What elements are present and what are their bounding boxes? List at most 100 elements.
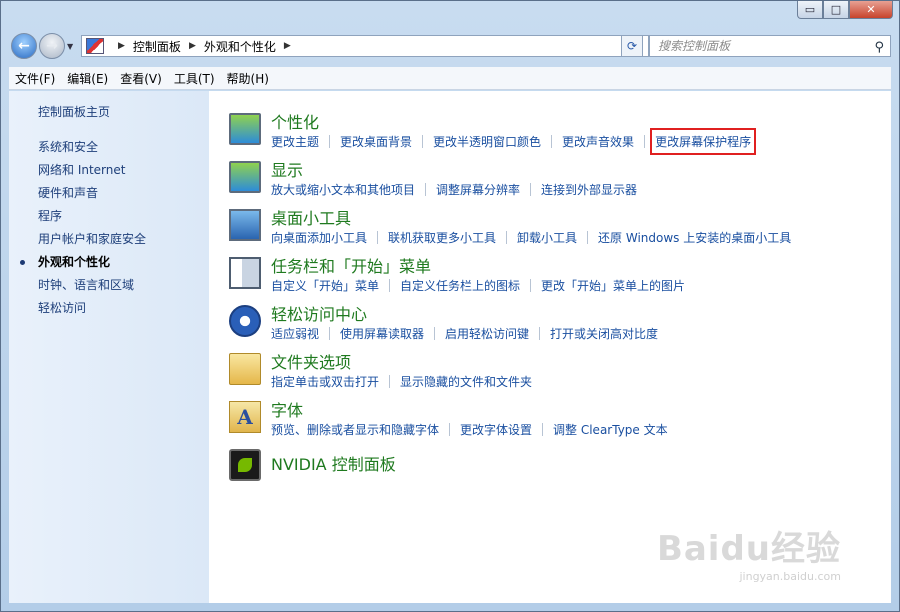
search-icon[interactable]: ⚲ <box>874 38 884 58</box>
maximize-button[interactable]: □ <box>823 1 849 19</box>
link-separator <box>434 327 436 340</box>
task-link[interactable]: 使用屏幕读取器 <box>340 325 424 342</box>
sidebar-nav: 系统和安全 网络和 Internet 硬件和声音 程序 用户帐户和家庭安全 外观和个性化时… <box>19 136 146 320</box>
task-link[interactable]: 指定单击或双击打开 <box>271 373 379 390</box>
sidebar-item[interactable]: 外观和个性化 <box>19 251 146 274</box>
link-separator <box>530 183 532 196</box>
link-separator <box>644 135 646 148</box>
search-input[interactable]: 搜索控制面板 ⚲ <box>649 35 891 57</box>
caption-buttons: ▭ □ ✕ <box>797 1 893 19</box>
task-link[interactable]: 适应弱视 <box>271 325 319 342</box>
category-links: 自定义「开始」菜单 自定义任务栏上的图标 更改「开始」菜单上的图片 <box>271 277 685 294</box>
category-links: 放大或缩小文本和其他项目 调整屏幕分辨率 连接到外部显示器 <box>271 181 637 198</box>
task-link[interactable]: 放大或缩小文本和其他项目 <box>271 181 415 198</box>
folder-options-icon[interactable] <box>229 353 261 385</box>
task-link[interactable]: 显示隐藏的文件和文件夹 <box>400 373 532 390</box>
link-separator <box>506 231 508 244</box>
address-bar[interactable]: ▶ 控制面板 ▶ 外观和个性化 ▶ ▼ <box>81 35 649 57</box>
task-link[interactable]: 调整屏幕分辨率 <box>436 181 520 198</box>
menu-tools[interactable]: 工具(T) <box>168 70 221 87</box>
forward-button[interactable]: → <box>39 33 65 59</box>
breadcrumb-arrow-icon[interactable]: ▶ <box>189 41 196 51</box>
taskbar-icon[interactable] <box>229 257 261 289</box>
task-link[interactable]: 更改「开始」菜单上的图片 <box>541 277 685 294</box>
category-title[interactable]: 桌面小工具 <box>271 205 351 229</box>
fonts-icon[interactable]: A <box>229 401 261 433</box>
sidebar-item[interactable]: 系统和安全 <box>38 136 146 159</box>
close-button[interactable]: ✕ <box>849 1 893 19</box>
task-link[interactable]: 卸载小工具 <box>517 229 577 246</box>
baidu-watermark: Baidu经验 jingyan.baidu.com <box>657 521 841 583</box>
task-link[interactable]: 更改声音效果 <box>562 133 634 150</box>
link-separator <box>377 231 379 244</box>
control-panel-window: ▭ □ ✕ ← → ▼ ▶ 控制面板 ▶ 外观和个性化 ▶ ▼ ⟳ 搜索控制面板… <box>0 0 900 612</box>
history-dropdown-icon[interactable]: ▼ <box>67 42 73 51</box>
task-link[interactable]: 启用轻松访问键 <box>445 325 529 342</box>
sidebar-item[interactable]: 轻松访问 <box>38 297 146 320</box>
task-link[interactable]: 预览、删除或者显示和隐藏字体 <box>271 421 439 438</box>
breadcrumb-arrow-icon[interactable]: ▶ <box>284 41 291 51</box>
breadcrumb-arrow-icon[interactable]: ▶ <box>118 41 125 51</box>
menu-file[interactable]: 文件(F) <box>9 70 61 87</box>
control-panel-icon <box>86 38 104 54</box>
category-title[interactable]: 任务栏和「开始」菜单 <box>271 253 431 277</box>
task-link[interactable]: 更改字体设置 <box>460 421 532 438</box>
category-title[interactable]: 个性化 <box>271 109 319 133</box>
category-links: 适应弱视 使用屏幕读取器 启用轻松访问键 打开或关闭高对比度 <box>271 325 658 342</box>
screen-saver-link[interactable]: 更改屏幕保护程序 <box>650 128 757 155</box>
category-title[interactable]: 显示 <box>271 157 303 181</box>
task-link[interactable]: 打开或关闭高对比度 <box>550 325 658 342</box>
watermark-url: jingyan.baidu.com <box>739 570 841 583</box>
sidebar-home-link[interactable]: 控制面板主页 <box>38 103 110 120</box>
link-separator <box>329 135 331 148</box>
link-separator <box>587 231 589 244</box>
category-title[interactable]: 文件夹选项 <box>271 349 351 373</box>
personalization-icon[interactable] <box>229 113 261 145</box>
link-separator <box>551 135 553 148</box>
task-link[interactable]: 自定义「开始」菜单 <box>271 277 379 294</box>
link-separator <box>425 183 427 196</box>
task-link[interactable]: 自定义任务栏上的图标 <box>400 277 520 294</box>
sidebar-item[interactable]: 时钟、语言和区域 <box>38 274 146 297</box>
menu-help[interactable]: 帮助(H) <box>221 70 275 87</box>
link-separator <box>530 279 532 292</box>
menu-view[interactable]: 查看(V) <box>114 70 168 87</box>
main-content: Baidu经验 jingyan.baidu.com 个性化 更改主题 更改桌面背景更… <box>209 91 891 603</box>
menu-edit[interactable]: 编辑(E) <box>61 70 114 87</box>
refresh-button[interactable]: ⟳ <box>621 35 643 57</box>
link-separator <box>329 327 331 340</box>
back-button[interactable]: ← <box>11 33 37 59</box>
sidebar-item[interactable]: 用户帐户和家庭安全 <box>38 228 146 251</box>
task-link[interactable]: 更改半透明窗口颜色 <box>433 133 541 150</box>
minimize-button[interactable]: ▭ <box>797 1 823 19</box>
search-placeholder: 搜索控制面板 <box>658 39 731 53</box>
task-link[interactable]: 连接到外部显示器 <box>541 181 637 198</box>
category-title[interactable]: 轻松访问中心 <box>271 301 367 325</box>
link-separator <box>389 375 391 388</box>
category-links: 向桌面添加小工具 联机获取更多小工具 卸载小工具 还原 Windows 上安装的桌面小… <box>271 229 791 246</box>
sidebar-item[interactable]: 网络和 Internet <box>38 159 146 182</box>
task-link[interactable]: 向桌面添加小工具 <box>271 229 367 246</box>
link-separator <box>449 423 451 436</box>
task-link[interactable]: 更改主题 <box>271 133 319 150</box>
category-links: 更改主题 更改桌面背景 更改半透明窗口颜色 更改声音效果 更改屏幕保护程序 <box>271 128 757 155</box>
navigation-bar: ← → ▼ ▶ 控制面板 ▶ 外观和个性化 ▶ ▼ ⟳ 搜索控制面板 ⚲ <box>9 33 891 61</box>
nvidia-icon[interactable] <box>229 449 261 481</box>
watermark-brand: Baidu经验 <box>656 529 841 569</box>
menu-bar: 文件(F) 编辑(E) 查看(V) 工具(T) 帮助(H) <box>9 67 891 90</box>
category-links: 指定单击或双击打开 显示隐藏的文件和文件夹 <box>271 373 532 390</box>
category-title[interactable]: NVIDIA 控制面板 <box>271 451 396 475</box>
gadgets-icon[interactable] <box>229 209 261 241</box>
task-link[interactable]: 更改桌面背景 <box>340 133 412 150</box>
breadcrumb-appearance[interactable]: 外观和个性化 <box>204 38 276 55</box>
category-title[interactable]: 字体 <box>271 397 303 421</box>
sidebar-item[interactable]: 硬件和声音 <box>38 182 146 205</box>
task-link[interactable]: 联机获取更多小工具 <box>388 229 496 246</box>
sidebar-item[interactable]: 程序 <box>38 205 146 228</box>
ease-of-access-icon[interactable] <box>229 305 261 337</box>
display-icon[interactable] <box>229 161 261 193</box>
link-separator <box>539 327 541 340</box>
task-link[interactable]: 调整 ClearType 文本 <box>553 421 668 438</box>
task-link[interactable]: 还原 Windows 上安装的桌面小工具 <box>598 229 791 246</box>
breadcrumb-control-panel[interactable]: 控制面板 <box>133 38 181 55</box>
